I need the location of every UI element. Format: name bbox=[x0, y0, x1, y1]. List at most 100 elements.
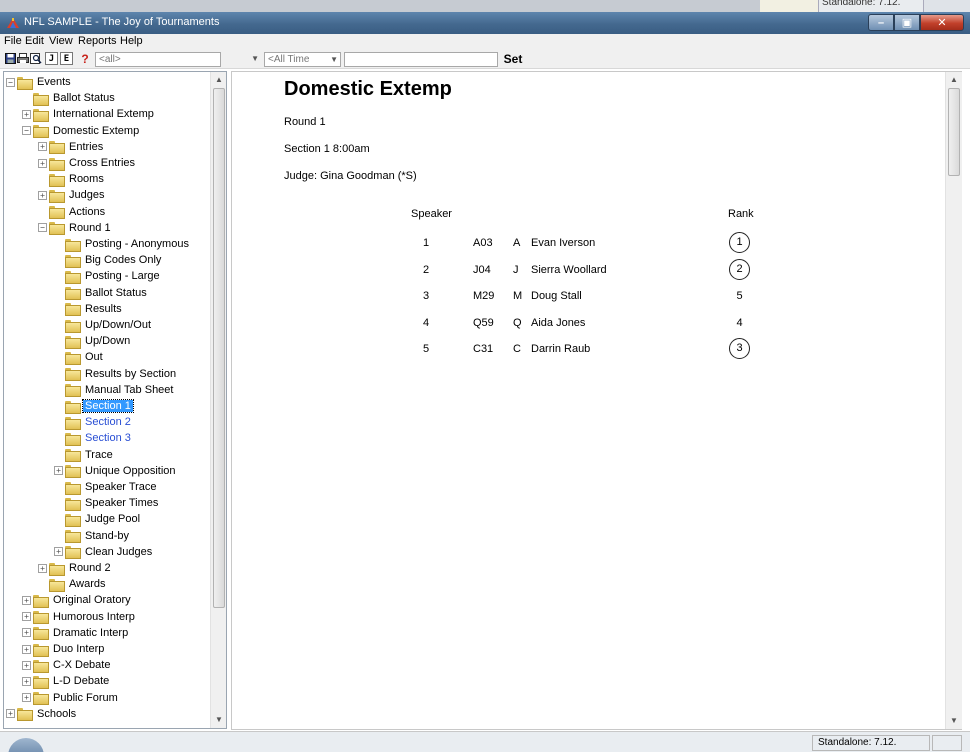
menu-file[interactable]: File bbox=[4, 35, 22, 47]
tree-item[interactable]: Manual Tab Sheet bbox=[65, 382, 175, 398]
tree-item[interactable]: + Clean Judges bbox=[54, 544, 154, 560]
rank-circled: 1 bbox=[729, 232, 750, 253]
tree-scrollbar[interactable]: ▲ ▼ bbox=[210, 72, 226, 728]
tree-item[interactable]: Ballot Status bbox=[65, 285, 149, 301]
speaker-name: Doug Stall bbox=[531, 290, 582, 302]
tree-item[interactable]: Section 2 bbox=[65, 414, 133, 430]
scroll-up-icon[interactable]: ▲ bbox=[946, 72, 962, 88]
judge-label: Judge: Gina Goodman (*S) bbox=[284, 170, 417, 182]
menu-edit[interactable]: Edit bbox=[25, 35, 44, 47]
filter-combo[interactable]: <all> bbox=[95, 52, 221, 67]
collapse-icon[interactable]: − bbox=[22, 126, 31, 136]
scroll-up-icon[interactable]: ▲ bbox=[211, 72, 226, 88]
print-icon[interactable] bbox=[17, 52, 29, 65]
tree-item[interactable]: + Unique Opposition bbox=[54, 463, 178, 479]
tree-item[interactable]: + Schools bbox=[6, 706, 78, 722]
tree-item[interactable]: + Humorous Interp bbox=[22, 609, 137, 625]
tree-item[interactable]: + C-X Debate bbox=[22, 657, 112, 673]
tree-item[interactable]: Stand-by bbox=[65, 528, 131, 544]
tree-item[interactable]: Section 3 bbox=[65, 430, 133, 446]
help-icon[interactable]: ? bbox=[79, 52, 91, 66]
tree-item-label: L-D Debate bbox=[53, 675, 110, 688]
folder-icon bbox=[33, 659, 49, 673]
expand-icon[interactable]: + bbox=[54, 547, 63, 557]
tree-item-label: Up/Down/Out bbox=[85, 319, 152, 331]
tree-item[interactable]: Rooms bbox=[49, 171, 106, 187]
report-scrollbar[interactable]: ▲ ▼ bbox=[945, 72, 962, 729]
tree-item[interactable]: Posting - Large bbox=[65, 268, 162, 284]
expand-icon[interactable]: + bbox=[22, 628, 31, 638]
menu-reports[interactable]: Reports bbox=[78, 35, 117, 47]
save-icon[interactable] bbox=[4, 52, 16, 65]
tree-item[interactable]: + Judges bbox=[38, 187, 106, 203]
report-scroll-thumb[interactable] bbox=[948, 88, 960, 176]
tree-item[interactable]: + Public Forum bbox=[22, 690, 120, 706]
expand-icon[interactable]: + bbox=[38, 158, 47, 168]
tree-item[interactable]: − Round 1 bbox=[38, 220, 113, 236]
menu-help[interactable]: Help bbox=[120, 35, 143, 47]
tree-item[interactable]: Results bbox=[65, 301, 124, 317]
tree-item[interactable]: + International Extemp bbox=[22, 106, 156, 122]
preview-icon[interactable] bbox=[30, 52, 42, 65]
collapse-icon[interactable]: − bbox=[38, 223, 47, 233]
tree-item[interactable]: + Entries bbox=[38, 139, 105, 155]
tree-item[interactable]: Judge Pool bbox=[65, 511, 142, 527]
status-panel bbox=[932, 735, 962, 751]
set-button[interactable]: Set bbox=[499, 51, 527, 68]
expand-icon[interactable]: + bbox=[38, 563, 47, 573]
time-input[interactable] bbox=[344, 52, 498, 67]
expand-icon[interactable]: + bbox=[22, 595, 31, 605]
folder-icon bbox=[33, 611, 49, 625]
tree-item[interactable]: + Original Oratory bbox=[22, 592, 133, 608]
expand-icon[interactable]: + bbox=[22, 109, 31, 119]
tree-scroll-thumb[interactable] bbox=[213, 88, 225, 608]
tree-item[interactable]: Trace bbox=[65, 447, 115, 463]
tree-item[interactable]: Section 1 bbox=[65, 398, 134, 414]
tree-item[interactable]: Results by Section bbox=[65, 366, 178, 382]
expand-icon[interactable]: + bbox=[22, 660, 31, 670]
tree-item[interactable]: + Cross Entries bbox=[38, 155, 137, 171]
tree-item[interactable]: Up/Down bbox=[65, 333, 132, 349]
tree-item-label: Stand-by bbox=[85, 529, 130, 542]
tree-item-label: Section 1 bbox=[82, 399, 134, 413]
tree-item[interactable]: + Dramatic Interp bbox=[22, 625, 130, 641]
speaker-number: 1 bbox=[423, 237, 430, 249]
tree-item[interactable]: Big Codes Only bbox=[65, 252, 163, 268]
tree-item[interactable]: + Duo Interp bbox=[22, 641, 106, 657]
dropdown-arrow-icon[interactable]: ▼ bbox=[247, 52, 261, 67]
folder-icon bbox=[65, 335, 81, 349]
close-button[interactable]: ✕ bbox=[920, 14, 964, 31]
expand-icon[interactable]: + bbox=[22, 676, 31, 686]
tree-item[interactable]: Actions bbox=[49, 204, 107, 220]
background-panel bbox=[760, 0, 818, 12]
expand-icon[interactable]: + bbox=[22, 693, 31, 703]
tree-item[interactable]: Posting - Anonymous bbox=[65, 236, 191, 252]
folder-icon bbox=[65, 416, 81, 430]
scroll-down-icon[interactable]: ▼ bbox=[946, 713, 962, 729]
maximize-button[interactable]: ▣ bbox=[894, 14, 920, 31]
tree-item[interactable]: − Domestic Extemp bbox=[22, 123, 141, 139]
expand-icon[interactable]: + bbox=[38, 142, 47, 152]
expand-icon[interactable]: + bbox=[6, 709, 15, 719]
tree-item[interactable]: Awards bbox=[49, 576, 107, 592]
expand-icon[interactable]: + bbox=[38, 190, 47, 200]
tree-item[interactable]: Up/Down/Out bbox=[65, 317, 153, 333]
expand-icon[interactable]: + bbox=[22, 644, 31, 654]
scroll-down-icon[interactable]: ▼ bbox=[211, 712, 226, 728]
tree-item[interactable]: Ballot Status bbox=[33, 90, 117, 106]
e-button[interactable]: E bbox=[60, 52, 73, 65]
tree-item-label: Trace bbox=[85, 448, 113, 461]
expand-icon[interactable]: + bbox=[22, 612, 31, 622]
expand-icon[interactable]: + bbox=[54, 466, 63, 476]
j-button[interactable]: J bbox=[45, 52, 58, 65]
tree-item[interactable]: Out bbox=[65, 349, 105, 365]
menu-view[interactable]: View bbox=[49, 35, 73, 47]
collapse-icon[interactable]: − bbox=[6, 77, 15, 87]
time-filter-combo[interactable]: <All Time ▼ bbox=[264, 52, 341, 67]
tree-item[interactable]: − Events bbox=[6, 74, 73, 90]
tree-item[interactable]: + Round 2 bbox=[38, 560, 113, 576]
tree-item[interactable]: Speaker Times bbox=[65, 495, 160, 511]
tree-item[interactable]: + L-D Debate bbox=[22, 673, 111, 689]
tree-item[interactable]: Speaker Trace bbox=[65, 479, 159, 495]
minimize-button[interactable]: – bbox=[868, 14, 894, 31]
